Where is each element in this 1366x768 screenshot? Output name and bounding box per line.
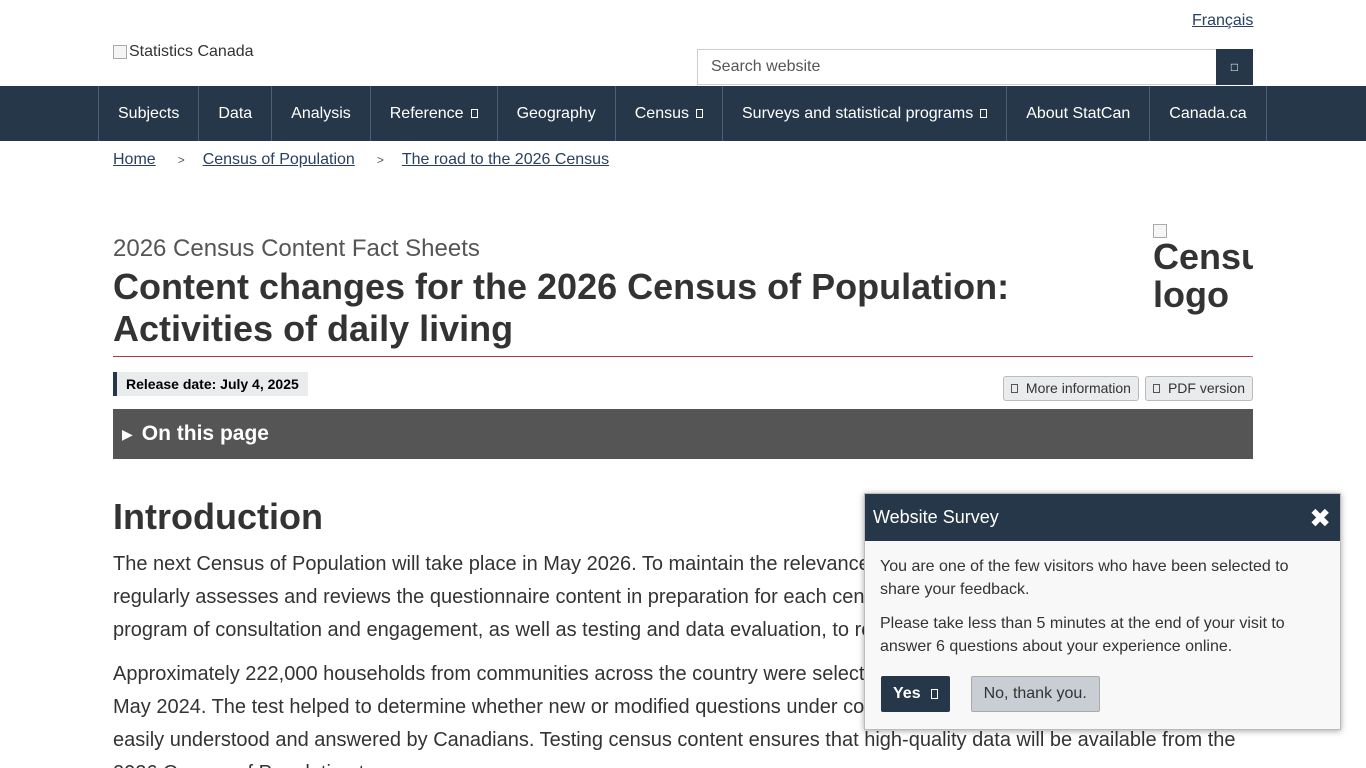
on-this-page-label: On this page bbox=[141, 422, 269, 445]
search-bar: □ bbox=[697, 49, 1253, 85]
survey-actions: Yes No, thank you. bbox=[881, 676, 1340, 712]
breadcrumb-road-to-2026[interactable]: The road to the 2026 Census bbox=[402, 151, 609, 169]
pdf-icon bbox=[1152, 384, 1160, 393]
language-toggle-link[interactable]: Français bbox=[1192, 12, 1253, 30]
breadcrumb: Home > Census of Population > The road t… bbox=[113, 151, 609, 169]
dropdown-icon bbox=[470, 109, 478, 118]
survey-header: Website Survey ✖ bbox=[865, 494, 1340, 541]
more-information-label: More information bbox=[1025, 380, 1131, 396]
nav-item-about[interactable]: About StatCan bbox=[1007, 86, 1151, 141]
breadcrumb-separator: > bbox=[376, 153, 384, 167]
dropdown-icon bbox=[980, 109, 988, 118]
search-icon: □ bbox=[1230, 60, 1239, 74]
nav-item-subjects[interactable]: Subjects bbox=[99, 86, 200, 141]
external-link-icon bbox=[930, 689, 938, 699]
nav-item-geography[interactable]: Geography bbox=[498, 86, 616, 141]
nav-item-surveys[interactable]: Surveys and statistical programs bbox=[723, 86, 1008, 141]
search-input[interactable] bbox=[697, 49, 1216, 85]
survey-text-1: You are one of the few visitors who have… bbox=[880, 558, 1289, 598]
release-date: Release date: July 4, 2025 bbox=[113, 372, 308, 396]
pdf-version-label: PDF version bbox=[1167, 380, 1245, 396]
nav-item-data[interactable]: Data bbox=[199, 86, 273, 141]
nav-item-analysis[interactable]: Analysis bbox=[272, 86, 371, 141]
info-icon bbox=[1010, 384, 1018, 393]
on-this-page-toggle[interactable]: ▶ On this page bbox=[113, 409, 1253, 459]
search-button[interactable]: □ bbox=[1216, 49, 1253, 85]
breadcrumb-census-of-population[interactable]: Census of Population bbox=[203, 151, 355, 169]
page-tools: More information PDF version bbox=[1002, 376, 1253, 401]
logo-alt-text: Statistics Canada bbox=[129, 43, 254, 60]
introduction-heading: Introduction bbox=[113, 496, 323, 537]
survey-no-label: No, thank you. bbox=[983, 685, 1087, 702]
broken-image-icon bbox=[113, 45, 127, 59]
breadcrumb-separator: > bbox=[177, 153, 185, 167]
census-logo: Census logo bbox=[1153, 224, 1253, 324]
website-survey-dialog: Website Survey ✖ You are one of the few … bbox=[864, 493, 1341, 730]
title-divider bbox=[113, 356, 1253, 357]
pdf-version-button[interactable]: PDF version bbox=[1144, 376, 1253, 401]
survey-text-2: Please take less than 5 minutes at the e… bbox=[880, 615, 1285, 655]
page-kicker: 2026 Census Content Fact Sheets bbox=[113, 235, 480, 262]
main-nav: Subjects Data Analysis Reference Geograp… bbox=[0, 86, 1366, 141]
expand-triangle-icon: ▶ bbox=[122, 425, 133, 442]
nav-item-census[interactable]: Census bbox=[616, 86, 723, 141]
close-icon[interactable]: ✖ bbox=[1309, 505, 1331, 531]
statcan-logo[interactable]: Statistics Canada bbox=[113, 43, 254, 61]
breadcrumb-home[interactable]: Home bbox=[113, 151, 156, 169]
census-logo-alt-text: Census logo bbox=[1153, 236, 1253, 315]
dropdown-icon bbox=[696, 109, 703, 118]
survey-body: You are one of the few visitors who have… bbox=[865, 541, 1340, 658]
more-information-button[interactable]: More information bbox=[1002, 376, 1139, 401]
nav-item-reference[interactable]: Reference bbox=[371, 86, 498, 141]
survey-title: Website Survey bbox=[873, 507, 999, 527]
survey-yes-label: Yes bbox=[893, 685, 921, 702]
survey-no-button[interactable]: No, thank you. bbox=[970, 676, 1100, 712]
page-title: Content changes for the 2026 Census of P… bbox=[113, 266, 1010, 349]
nav-item-canada-ca[interactable]: Canada.ca bbox=[1150, 86, 1267, 141]
survey-yes-button[interactable]: Yes bbox=[881, 676, 950, 712]
